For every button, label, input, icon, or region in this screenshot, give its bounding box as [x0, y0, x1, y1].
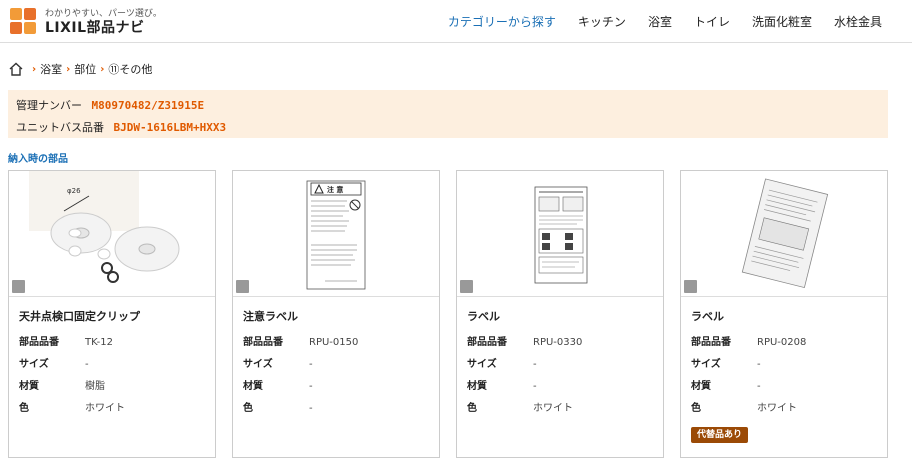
alternative-available-badge[interactable]: 代替品あり: [691, 427, 749, 443]
unit-bath-number-value: BJDW-1616LBM+HXX3: [113, 121, 227, 134]
product-name: ラベル: [691, 310, 724, 323]
site-logo[interactable]: わかりやすい、パーツ選び。 LIXIL部品ナビ: [10, 6, 162, 36]
label-packet-illustration: [741, 178, 829, 289]
product-image[interactable]: [681, 171, 887, 297]
chevron-right-icon: ›: [32, 63, 37, 75]
product-image[interactable]: φ26: [9, 171, 215, 297]
spec-part-number: 部品品番 RPU-0330: [467, 337, 583, 348]
product-card[interactable]: ラベル 部品品番 RPU-0208 サイズ - 材質 - 色ホワイト 代替品あり: [680, 170, 888, 458]
spec-part-number: 部品品番 RPU-0150: [243, 337, 359, 348]
spec-part-number: 部品品番 TK-12: [19, 337, 113, 348]
product-name: 注意ラベル: [243, 310, 298, 323]
image-dimension-label: φ26: [67, 187, 81, 195]
breadcrumb: › 浴室 › 部位 › ⑪その他: [8, 60, 152, 78]
unit-bath-number-row: ユニットバス品番 BJDW-1616LBM+HXX3: [16, 119, 226, 135]
expand-icon[interactable]: [684, 280, 697, 293]
chevron-right-icon: ›: [66, 63, 71, 75]
spec-material: 材質 -: [243, 381, 313, 392]
spec-material: 材質 -: [691, 381, 761, 392]
product-name: ラベル: [467, 310, 500, 323]
nav-bathroom[interactable]: 浴室: [648, 13, 672, 30]
spec-size: サイズ -: [467, 359, 537, 370]
unit-bath-number-label: ユニットバス品番: [16, 121, 104, 134]
spec-color: 色ホワイト: [691, 403, 797, 414]
spec-color: 色ホワイト: [19, 403, 125, 414]
label-illustration: [534, 186, 588, 284]
spec-size: サイズ -: [691, 359, 761, 370]
home-icon[interactable]: [8, 61, 24, 77]
site-header: わかりやすい、パーツ選び。 LIXIL部品ナビ カテゴリーから探す キッチン 浴…: [0, 0, 912, 43]
nav-faucet[interactable]: 水栓金具: [834, 13, 882, 30]
spec-color: 色-: [243, 403, 313, 414]
management-number-label: 管理ナンバー: [16, 99, 82, 112]
breadcrumb-bathroom[interactable]: 浴室: [40, 61, 62, 77]
breadcrumb-current: ⑪その他: [108, 63, 153, 76]
product-card[interactable]: φ26 天井点検口固定クリップ 部品品番 TK-12 サイズ - 材質 樹脂 色ホワイ…: [8, 170, 216, 458]
caution-label-illustration: 注 意: [306, 180, 366, 290]
management-number-value: M80970482/Z31915E: [91, 99, 205, 112]
chevron-right-icon: ›: [100, 63, 105, 75]
spec-size: サイズ -: [243, 359, 313, 370]
breadcrumb-part[interactable]: 部位: [74, 61, 96, 77]
nav-toilet[interactable]: トイレ: [694, 13, 730, 30]
spec-size: サイズ -: [19, 359, 89, 370]
nav-kitchen[interactable]: キッチン: [578, 13, 626, 30]
section-title: 納入時の部品: [8, 154, 68, 165]
spec-part-number: 部品品番 RPU-0208: [691, 337, 807, 348]
spec-color: 色ホワイト: [467, 403, 573, 414]
product-card[interactable]: ラベル 部品品番 RPU-0330 サイズ - 材質 - 色ホワイト: [456, 170, 664, 458]
nav-washroom[interactable]: 洗面化粧室: [752, 13, 812, 30]
product-image[interactable]: 注 意: [233, 171, 439, 297]
spec-material: 材質 樹脂: [19, 381, 105, 392]
expand-icon[interactable]: [12, 280, 25, 293]
nav-category-search[interactable]: カテゴリーから探す: [448, 13, 556, 30]
logo-brand: LIXIL部品ナビ: [45, 20, 145, 36]
management-number-row: 管理ナンバー M80970482/Z31915E: [16, 97, 204, 113]
unit-info-box: 管理ナンバー M80970482/Z31915E ユニットバス品番 BJDW-1…: [8, 90, 888, 138]
label-heading: 注 意: [327, 185, 343, 194]
logo-mark-icon: [10, 8, 38, 36]
product-image[interactable]: [457, 171, 663, 297]
product-name: 天井点検口固定クリップ: [19, 310, 140, 323]
main-nav: カテゴリーから探す キッチン 浴室 トイレ 洗面化粧室 水栓金具: [448, 0, 882, 42]
expand-icon[interactable]: [236, 280, 249, 293]
expand-icon[interactable]: [460, 280, 473, 293]
spec-material: 材質 -: [467, 381, 537, 392]
clip-parts-illustration: φ26: [29, 171, 180, 283]
product-card[interactable]: 注 意 注意ラベル 部品品番 RPU-0150 サイズ - 材質 - 色-: [232, 170, 440, 458]
